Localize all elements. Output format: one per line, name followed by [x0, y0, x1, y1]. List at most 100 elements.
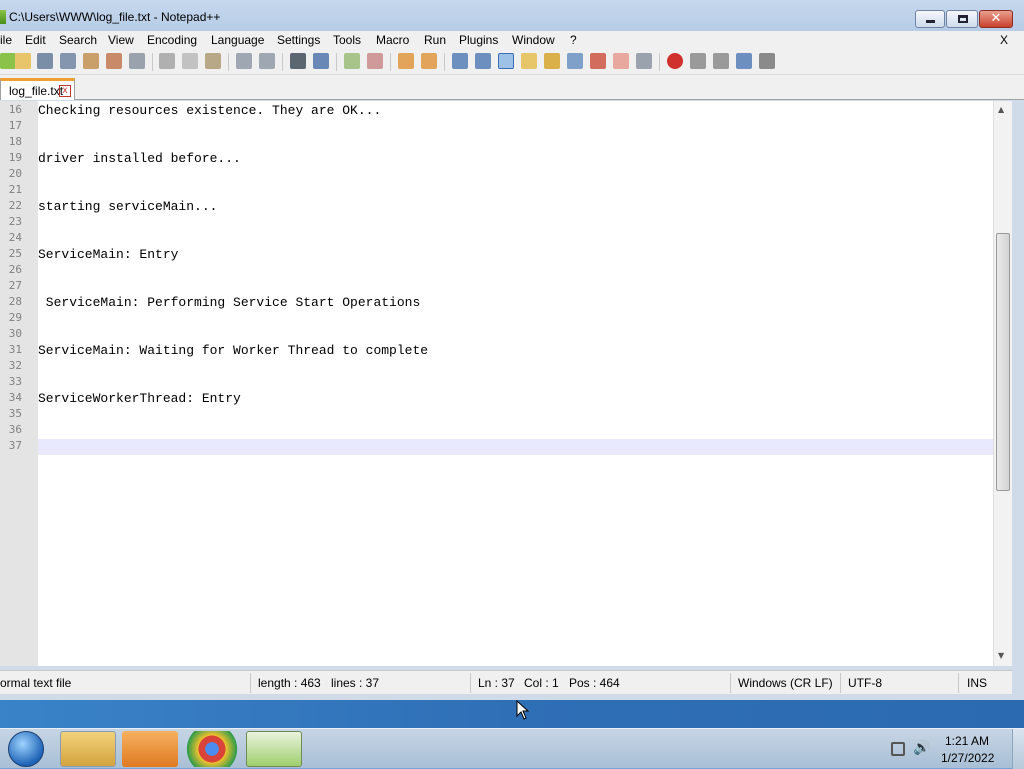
code-line[interactable]: ServiceWorkerThread: Entry — [38, 391, 241, 406]
paste-icon[interactable] — [205, 53, 221, 69]
line-number: 18 — [8, 135, 22, 148]
cut-icon[interactable] — [159, 53, 175, 69]
editor-area[interactable]: 16 Checking resources existence. They are… — [0, 101, 1012, 666]
run-macro-multiple-icon[interactable] — [736, 53, 752, 69]
doc-map-icon[interactable] — [544, 53, 560, 69]
explorer-taskbar-icon[interactable] — [60, 731, 116, 767]
title-bar[interactable]: C:\Users\WWW\log_file.txt - Notepad++ ✕ — [0, 0, 1024, 32]
menu-plugins[interactable]: Plugins — [459, 33, 498, 47]
save-macro-icon[interactable] — [759, 53, 775, 69]
sync-vertical-icon[interactable] — [398, 53, 414, 69]
status-position: Pos : 464 — [569, 676, 620, 690]
show-desktop-button[interactable] — [1012, 729, 1024, 769]
line-number: 33 — [8, 375, 22, 388]
save-all-icon[interactable] — [60, 53, 76, 69]
line-number: 17 — [8, 119, 22, 132]
scroll-up-icon[interactable]: ▲ — [998, 105, 1004, 114]
monitor-icon[interactable] — [613, 53, 629, 69]
new-file-icon[interactable] — [0, 53, 16, 69]
play-macro-icon[interactable] — [713, 53, 729, 69]
toolbar-separator — [282, 53, 283, 71]
indent-guide-icon[interactable] — [498, 53, 514, 69]
menu-encoding[interactable]: Encoding — [147, 33, 197, 47]
line-number: 22 — [8, 199, 22, 212]
undo-icon[interactable] — [236, 53, 252, 69]
code-line[interactable]: Checking resources existence. They are O… — [38, 103, 381, 118]
clock-time[interactable]: 1:21 AM — [945, 734, 989, 748]
status-insert-mode: INS — [967, 676, 988, 690]
start-button[interactable] — [8, 731, 44, 767]
zoom-out-icon[interactable] — [367, 53, 383, 69]
scrollbar-thumb[interactable] — [996, 233, 1010, 491]
tab-log-file[interactable]: log_file.txt x — [0, 78, 75, 100]
maximize-button[interactable] — [946, 10, 978, 28]
line-number: 28 — [8, 295, 22, 308]
menu-bar: ile Edit Search View Encoding Language S… — [0, 31, 1024, 49]
line-number: 29 — [8, 311, 22, 324]
scroll-down-icon[interactable]: ▼ — [998, 651, 1004, 660]
replace-icon[interactable] — [313, 53, 329, 69]
line-number: 36 — [8, 423, 22, 436]
zoom-in-icon[interactable] — [344, 53, 360, 69]
code-line[interactable]: ServiceMain: Performing Service Start Op… — [38, 295, 420, 310]
function-list-icon[interactable] — [567, 53, 583, 69]
network-icon[interactable] — [891, 742, 905, 756]
code-line[interactable]: ServiceMain: Entry — [38, 247, 178, 262]
copy-icon[interactable] — [182, 53, 198, 69]
window-title: C:\Users\WWW\log_file.txt - Notepad++ — [9, 10, 221, 24]
code-line[interactable]: ServiceMain: Waiting for Worker Thread t… — [38, 343, 428, 358]
word-wrap-icon[interactable] — [452, 53, 468, 69]
folder-as-workspace-icon[interactable] — [590, 53, 606, 69]
open-file-icon[interactable] — [15, 53, 31, 69]
menu-run[interactable]: Run — [424, 33, 446, 47]
tab-close-button[interactable]: x — [59, 85, 71, 97]
close-document-button[interactable]: X — [1000, 33, 1008, 47]
close-all-icon[interactable] — [106, 53, 122, 69]
status-separator — [250, 673, 251, 693]
chrome-taskbar-icon[interactable] — [184, 731, 240, 767]
eye-icon[interactable] — [636, 53, 652, 69]
menu-file[interactable]: ile — [0, 33, 12, 47]
status-separator — [958, 673, 959, 693]
taskbar: 🔊 1:21 AM 1/27/2022 — [0, 728, 1024, 769]
redo-icon[interactable] — [259, 53, 275, 69]
language-icon[interactable] — [521, 53, 537, 69]
menu-view[interactable]: View — [108, 33, 134, 47]
minimize-button[interactable] — [915, 10, 945, 28]
menu-settings[interactable]: Settings — [277, 33, 320, 47]
line-number: 19 — [8, 151, 22, 164]
code-line[interactable]: driver installed before... — [38, 151, 241, 166]
stop-macro-icon[interactable] — [690, 53, 706, 69]
menu-search[interactable]: Search — [59, 33, 97, 47]
status-separator — [840, 673, 841, 693]
print-icon[interactable] — [129, 53, 145, 69]
close-button[interactable]: ✕ — [979, 10, 1013, 28]
code-line[interactable]: starting serviceMain... — [38, 199, 217, 214]
menu-window[interactable]: Window — [512, 33, 555, 47]
line-number: 24 — [8, 231, 22, 244]
status-file-type: ormal text file — [0, 676, 72, 690]
menu-help[interactable]: ? — [570, 33, 577, 47]
vertical-scrollbar[interactable]: ▲ ▼ — [993, 101, 1012, 666]
desktop-background — [0, 700, 1024, 728]
toolbar-separator — [228, 53, 229, 71]
clock-date[interactable]: 1/27/2022 — [941, 751, 994, 765]
maximize-icon — [958, 15, 968, 23]
save-icon[interactable] — [37, 53, 53, 69]
find-icon[interactable] — [290, 53, 306, 69]
show-all-chars-icon[interactable] — [475, 53, 491, 69]
line-number: 21 — [8, 183, 22, 196]
volume-icon[interactable]: 🔊 — [913, 740, 930, 756]
menu-edit[interactable]: Edit — [25, 33, 46, 47]
tab-bar: log_file.txt x — [0, 75, 1024, 100]
record-macro-icon[interactable] — [667, 53, 683, 69]
close-file-icon[interactable] — [83, 53, 99, 69]
menu-tools[interactable]: Tools — [333, 33, 361, 47]
toolbar-separator — [336, 53, 337, 71]
sync-horizontal-icon[interactable] — [421, 53, 437, 69]
menu-macro[interactable]: Macro — [376, 33, 409, 47]
line-number: 20 — [8, 167, 22, 180]
notepadpp-taskbar-icon[interactable] — [246, 731, 302, 767]
media-player-taskbar-icon[interactable] — [122, 731, 178, 767]
menu-language[interactable]: Language — [211, 33, 264, 47]
